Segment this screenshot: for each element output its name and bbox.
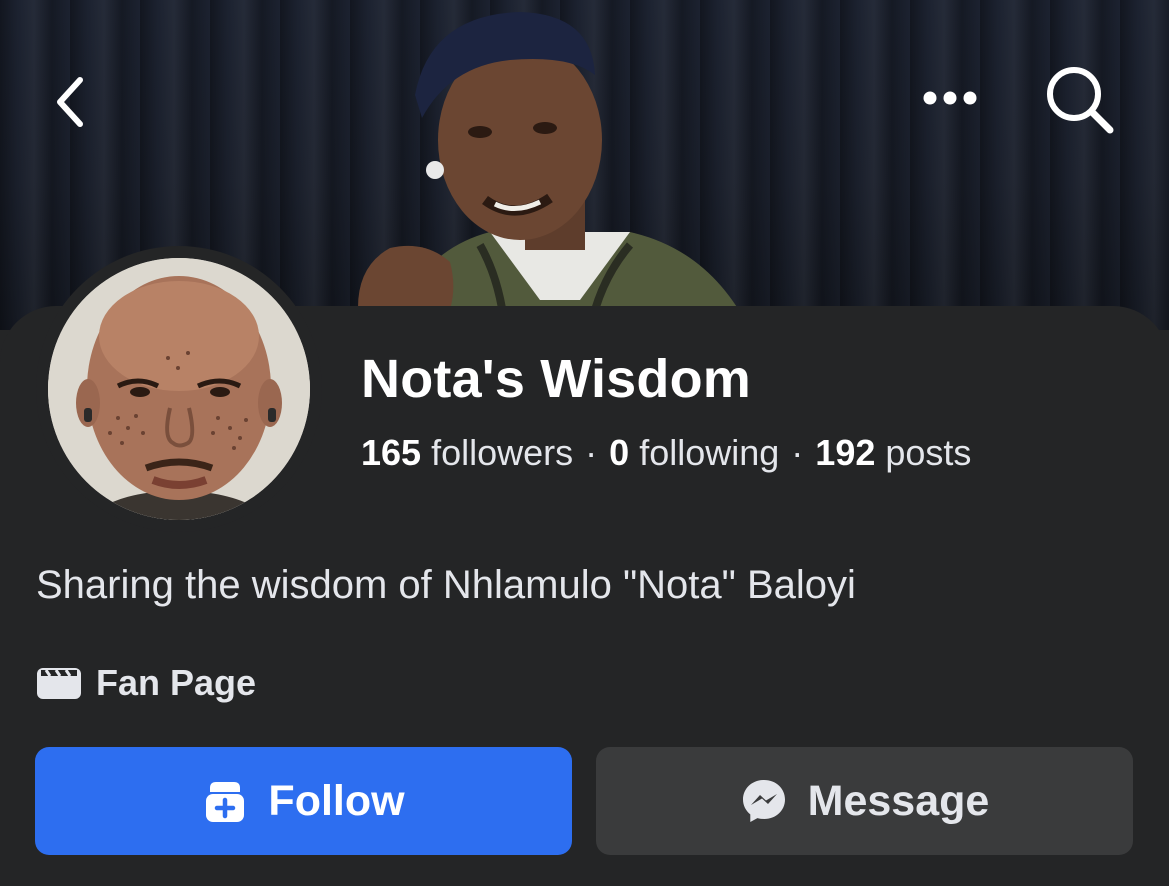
following-label: following xyxy=(639,432,780,473)
follow-button[interactable]: Follow xyxy=(35,747,572,855)
more-horizontal-icon xyxy=(923,91,977,105)
category-label: Fan Page xyxy=(96,662,257,703)
posts-count: 192 xyxy=(815,432,876,473)
messenger-icon xyxy=(740,777,788,825)
follow-label: Follow xyxy=(268,776,405,825)
stat-separator: · xyxy=(791,432,804,473)
profile-avatar[interactable] xyxy=(36,246,322,532)
posts-label: posts xyxy=(885,432,972,473)
cover-person-image xyxy=(358,12,750,330)
followers-stat[interactable]: 165 followers xyxy=(361,432,573,473)
search-button[interactable] xyxy=(1035,60,1125,140)
profile-bio: Sharing the wisdom of Nhlamulo "Nota" Ba… xyxy=(36,563,856,607)
followers-count: 165 xyxy=(361,432,422,473)
stat-separator: · xyxy=(585,432,598,473)
message-label: Message xyxy=(807,776,990,825)
more-options-button[interactable] xyxy=(905,70,995,126)
chevron-left-icon xyxy=(57,77,83,127)
page-title: Nota's Wisdom xyxy=(361,349,751,409)
posts-stat[interactable]: 192 posts xyxy=(815,432,971,473)
profile-stats: 165 followers · 0 following · 192 posts xyxy=(361,432,971,474)
avatar-image xyxy=(48,258,310,520)
search-icon xyxy=(1047,67,1114,134)
follow-page-icon xyxy=(202,778,248,824)
video-clapper-icon xyxy=(37,668,81,699)
followers-label: followers xyxy=(431,432,574,473)
following-stat[interactable]: 0 following xyxy=(609,432,779,473)
back-button[interactable] xyxy=(40,62,100,142)
page-category: Fan Page xyxy=(36,662,256,704)
message-button[interactable]: Message xyxy=(596,747,1133,855)
following-count: 0 xyxy=(609,432,630,473)
